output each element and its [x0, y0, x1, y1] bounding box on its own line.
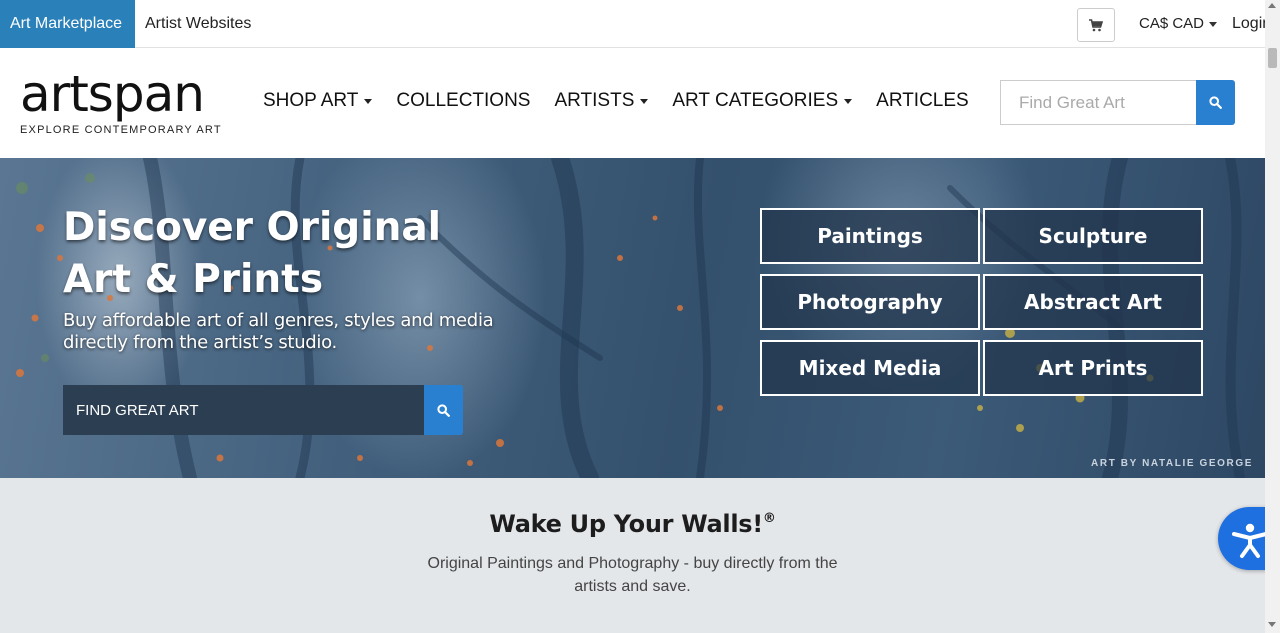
chevron-down-icon — [364, 98, 373, 104]
header-search — [1000, 80, 1235, 125]
tab-art-marketplace[interactable]: Art Marketplace — [0, 0, 135, 48]
hero-title-line1: Discover Original — [63, 205, 442, 250]
tagline-subtitle: Original Paintings and Photography - buy… — [427, 555, 838, 595]
nav-label: ARTISTS — [554, 90, 635, 111]
accessibility-icon — [1232, 523, 1268, 558]
tagline-title-text: Wake Up Your Walls! — [489, 510, 763, 538]
tab-artist-websites[interactable]: Artist Websites — [135, 0, 261, 48]
search-icon — [437, 403, 450, 417]
chevron-down-icon — [640, 98, 649, 104]
nav-label: ARTICLES — [876, 90, 969, 111]
tagline-title: Wake Up Your Walls!® — [0, 510, 1265, 538]
hero-title: Discover Original Art & Prints — [63, 202, 513, 306]
chevron-down-icon — [1209, 21, 1218, 27]
category-photography-button[interactable]: Photography — [760, 274, 980, 330]
hero-search — [63, 385, 463, 435]
search-icon — [1209, 96, 1222, 109]
category-paintings-button[interactable]: Paintings — [760, 208, 980, 264]
hero-subtitle: Buy affordable art of all genres, styles… — [63, 310, 494, 353]
nav-label: SHOP ART — [263, 90, 359, 111]
category-art-prints-button[interactable]: Art Prints — [983, 340, 1203, 396]
top-bar: Art Marketplace Artist Websites CA$ CAD … — [0, 0, 1265, 48]
main-nav: SHOP ART COLLECTIONS ARTISTS ART CATEGOR… — [263, 48, 993, 154]
scroll-up-icon[interactable] — [1268, 3, 1276, 8]
logo-tagline: EXPLORE CONTEMPORARY ART — [20, 124, 222, 136]
chevron-down-icon — [844, 98, 853, 104]
nav-artists[interactable]: ARTISTS — [554, 90, 649, 112]
header-search-input[interactable] — [1000, 80, 1196, 125]
scroll-down-icon[interactable] — [1268, 622, 1276, 627]
currency-label: CA$ CAD — [1139, 15, 1205, 32]
category-grid: Paintings Sculpture Photography Abstract… — [760, 208, 1203, 396]
hero-banner: Discover Original Art & Prints Buy affor… — [0, 158, 1265, 478]
nav-articles[interactable]: ARTICLES — [876, 90, 969, 112]
page-scrollbar[interactable] — [1265, 0, 1280, 633]
site-header: artspan EXPLORE CONTEMPORARY ART SHOP AR… — [0, 48, 1265, 158]
category-abstract-art-button[interactable]: Abstract Art — [983, 274, 1203, 330]
header-search-button[interactable] — [1196, 80, 1235, 125]
cart-button[interactable] — [1077, 8, 1115, 42]
hero-title-line2: Art & Prints — [63, 257, 324, 302]
logo-wordmark: artspan — [20, 65, 205, 123]
shopping-cart-icon — [1089, 18, 1103, 31]
page: Art Marketplace Artist Websites CA$ CAD … — [0, 0, 1265, 633]
nav-label: COLLECTIONS — [396, 90, 531, 111]
tagline-section: Wake Up Your Walls!® Original Paintings … — [0, 478, 1265, 633]
login-link[interactable]: Login — [1232, 0, 1265, 48]
art-credit: ART BY NATALIE GEORGE — [1091, 458, 1253, 469]
hero-search-button[interactable] — [424, 385, 463, 435]
nav-shop-art[interactable]: SHOP ART — [263, 90, 373, 112]
category-sculpture-button[interactable]: Sculpture — [983, 208, 1203, 264]
currency-selector[interactable]: CA$ CAD — [1139, 0, 1218, 48]
nav-collections[interactable]: COLLECTIONS — [396, 90, 530, 112]
scrollbar-thumb[interactable] — [1268, 48, 1277, 68]
nav-label: ART CATEGORIES — [672, 90, 839, 111]
logo[interactable]: artspan EXPLORE CONTEMPORARY ART — [20, 68, 222, 136]
registered-mark: ® — [762, 511, 776, 526]
hero-search-input[interactable] — [63, 385, 424, 435]
nav-art-categories[interactable]: ART CATEGORIES — [672, 90, 853, 112]
category-mixed-media-button[interactable]: Mixed Media — [760, 340, 980, 396]
